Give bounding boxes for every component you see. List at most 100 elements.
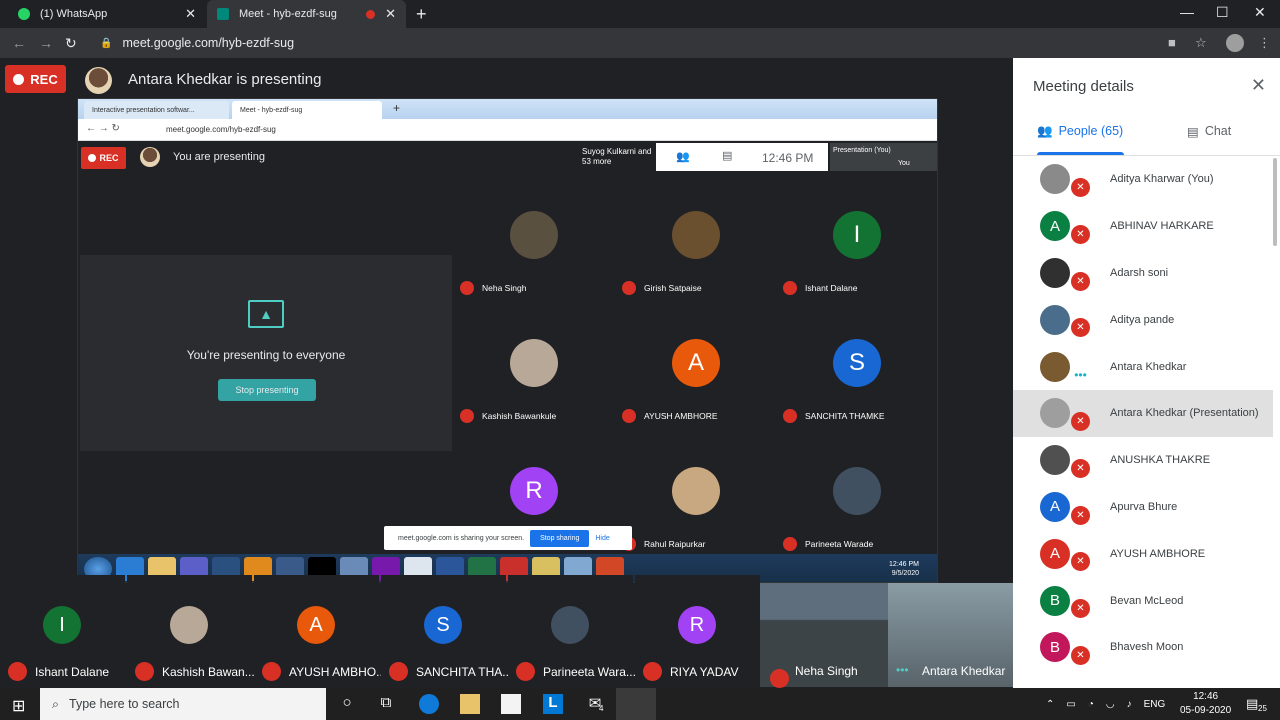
- list-item[interactable]: B ✕ Bevan McLeod: [1013, 577, 1273, 624]
- battery-icon[interactable]: ▭: [1066, 699, 1075, 710]
- participant-name: ABHINAV HARKARE: [1110, 220, 1214, 233]
- participant-name: Neha Singh: [795, 664, 858, 678]
- filmstrip-tile[interactable]: A AYUSH AMBHO...: [254, 575, 386, 687]
- mic-off-icon: ✕: [1071, 178, 1090, 197]
- speaking-icon: •••: [1074, 367, 1087, 382]
- avatar: [1040, 164, 1070, 195]
- clock-date: 05-09-2020: [1180, 705, 1232, 716]
- shared-people-label: Suyog Kulkarni and 53 more: [556, 143, 656, 171]
- avatar: [1040, 257, 1070, 288]
- close-tab-icon[interactable]: ✕: [185, 6, 196, 22]
- shared-clock-time: 12:46 PM: [889, 561, 919, 568]
- list-item[interactable]: B ✕ Bhavesh Moon: [1013, 624, 1273, 671]
- shared-clock-date: 9/5/2020: [891, 570, 919, 577]
- video-tile-neha[interactable]: Neha Singh: [760, 583, 888, 688]
- mic-off-icon: [783, 409, 797, 423]
- filmstrip-tile[interactable]: S SANCHITA THA...: [381, 575, 512, 687]
- taskbar-clock[interactable]: 12:46 05-09-2020: [1180, 690, 1231, 718]
- rec-label: REC: [99, 153, 119, 163]
- hide-button: Hide: [595, 534, 610, 542]
- back-icon[interactable]: ←: [12, 35, 26, 51]
- forward-icon[interactable]: →: [39, 35, 53, 51]
- notification-icon[interactable]: ▤: [1246, 696, 1258, 712]
- window-close-button[interactable]: ✕: [1254, 4, 1266, 21]
- file-explorer-icon[interactable]: [460, 694, 480, 714]
- avatar: S: [833, 339, 881, 387]
- avatar: [1040, 445, 1070, 476]
- minimize-button[interactable]: —: [1180, 4, 1194, 20]
- taskbar-search[interactable]: ⌕ Type here to search: [40, 688, 326, 720]
- app-l-icon[interactable]: L: [543, 694, 563, 714]
- profile-avatar[interactable]: [1226, 34, 1244, 52]
- windows-start-icon[interactable]: ⊞: [12, 696, 25, 716]
- participant-name: Kashish Bawankule: [482, 411, 557, 421]
- participant-tile: Parineeta Warade: [777, 429, 937, 557]
- list-item[interactable]: ••• Antara Khedkar: [1013, 343, 1273, 390]
- tab-whatsapp[interactable]: (1) WhatsApp ✕: [8, 0, 206, 28]
- wifi-icon[interactable]: ◡: [1106, 699, 1115, 710]
- rec-label: REC: [30, 71, 58, 87]
- avatar: R: [678, 606, 716, 644]
- list-item[interactable]: ✕ Aditya Kharwar (You): [1013, 156, 1273, 203]
- maximize-button[interactable]: ☐: [1216, 4, 1229, 21]
- new-tab-button[interactable]: +: [416, 4, 427, 25]
- presentation-thumbnail: Presentation (You) You: [830, 143, 937, 171]
- presentation-label: Presentation (You): [833, 147, 891, 154]
- rec-dot-icon: [88, 154, 97, 162]
- tab-meet[interactable]: Meet - hyb-ezdf-sug ✕: [207, 0, 406, 28]
- people-list-scrollbar[interactable]: [1273, 158, 1277, 246]
- share-bar-text: meet.google.com is sharing your screen.: [398, 534, 525, 542]
- shared-time: 12:46 PM: [762, 151, 814, 165]
- filmstrip-tile[interactable]: I Ishant Dalane: [0, 575, 125, 687]
- avatar: [1040, 351, 1070, 382]
- store-icon[interactable]: [501, 694, 521, 714]
- avatar: A: [1040, 211, 1070, 242]
- reload-icon[interactable]: ↻: [65, 35, 77, 52]
- url-text: meet.google.com/hyb-ezdf-sug: [122, 36, 295, 50]
- volume-icon[interactable]: ♪: [1127, 699, 1132, 710]
- close-panel-icon[interactable]: ✕: [1251, 75, 1266, 96]
- language-indicator[interactable]: ENG: [1144, 699, 1166, 710]
- list-item[interactable]: ✕ Adarsh soni: [1013, 250, 1273, 297]
- close-tab-icon[interactable]: ✕: [385, 6, 396, 22]
- avatar: [672, 211, 720, 259]
- list-item[interactable]: ✕ ANUSHKA THAKRE: [1013, 437, 1273, 484]
- participant-tile: Girish Satpaise: [616, 173, 777, 301]
- participant-tile: I Ishant Dalane: [777, 173, 937, 301]
- avatar: [1040, 398, 1070, 429]
- network-icon[interactable]: ◔: [1088, 699, 1094, 710]
- cortana-icon[interactable]: ○: [337, 694, 357, 714]
- filmstrip-tile[interactable]: Parineeta Wara...: [508, 575, 636, 687]
- list-item[interactable]: A ✕ Apurva Bhure: [1013, 484, 1273, 531]
- chat-icon: ▤: [1187, 125, 1199, 139]
- mic-off-icon: ✕: [1071, 552, 1090, 572]
- tab-people[interactable]: 👥 People (65): [1037, 124, 1124, 154]
- edge-icon[interactable]: [419, 694, 439, 714]
- chevron-up-icon[interactable]: ⌃: [1046, 699, 1054, 710]
- you-label: You: [898, 160, 910, 167]
- video-tile-antara[interactable]: ••• Antara Khedkar: [888, 583, 1013, 687]
- bookmark-star-icon[interactable]: ☆: [1195, 35, 1207, 51]
- filmstrip-tile[interactable]: Kashish Bawan...: [127, 575, 255, 687]
- meet-icon: [217, 8, 229, 20]
- avatar: I: [43, 606, 81, 644]
- filmstrip-tile[interactable]: R RIYA YADAV: [635, 575, 760, 687]
- participant-name: Bevan McLeod: [1110, 594, 1184, 607]
- list-item[interactable]: A ✕ AYUSH AMBHORE: [1013, 530, 1273, 577]
- menu-kebab-icon[interactable]: ⋮: [1258, 35, 1271, 51]
- mic-off-icon: ✕: [1071, 458, 1090, 478]
- task-view-icon[interactable]: ⧉: [376, 694, 396, 714]
- mic-off-icon: [460, 281, 474, 295]
- list-item[interactable]: A ✕ ABHINAV HARKARE: [1013, 203, 1273, 250]
- list-item[interactable]: ✕ Aditya pande: [1013, 296, 1273, 343]
- chat-icon: ▤: [722, 150, 733, 162]
- url-field[interactable]: 🔒 meet.google.com/hyb-ezdf-sug: [92, 32, 1152, 54]
- mic-off-icon: [135, 662, 154, 681]
- participant-name: Parineeta Warade: [805, 539, 874, 549]
- chrome-taskbar-icon[interactable]: [616, 688, 656, 720]
- tab-people-label: People (65): [1058, 124, 1124, 138]
- avatar: [510, 211, 558, 259]
- camera-icon[interactable]: ■: [1168, 35, 1176, 50]
- list-item[interactable]: ✕ Antara Khedkar (Presentation): [1013, 389, 1273, 437]
- tab-chat[interactable]: ▤ Chat: [1187, 124, 1231, 139]
